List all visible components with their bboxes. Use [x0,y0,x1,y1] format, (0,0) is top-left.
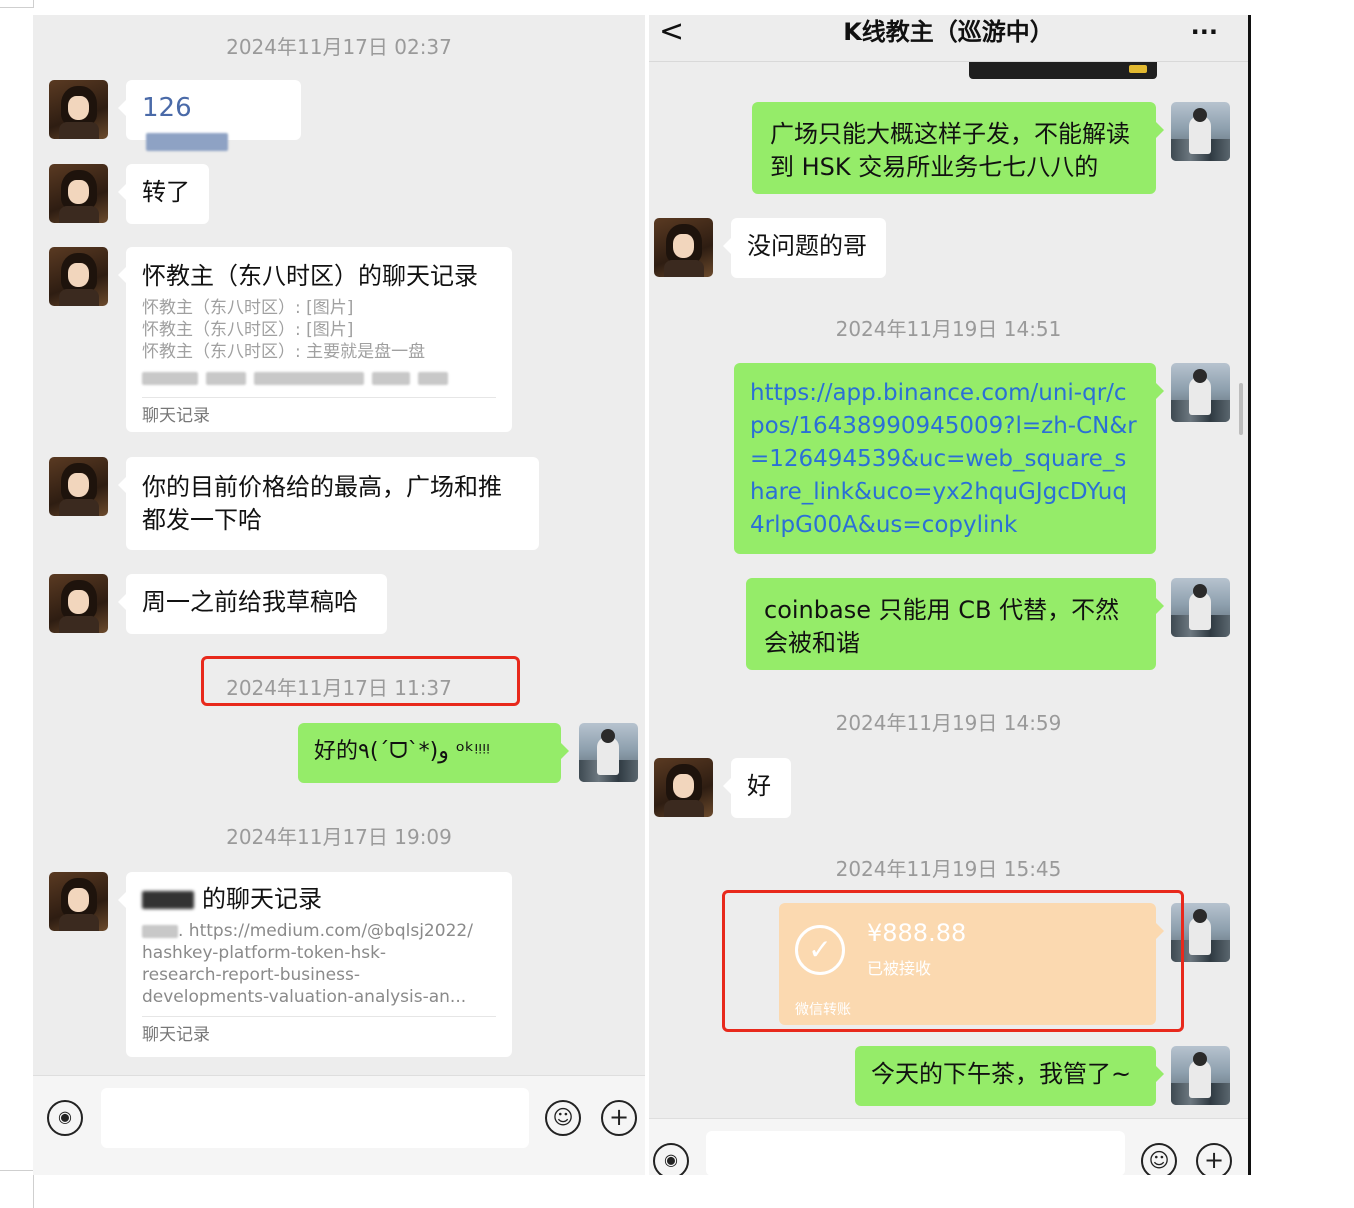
message-text: 你的目前价格给的最高，广场和推都发一下哈 [142,473,502,534]
avatar-self[interactable] [1171,102,1230,161]
message-text: 周一之前给我草稿哈 [142,588,358,616]
card-line: 怀教主（东八时区）: [图片] [142,298,354,318]
timestamp: 2024年11月17日 02:37 [226,35,452,59]
message-link[interactable]: https://app.binance.com/uni-qr/cpos/1643… [750,380,1137,538]
highlight-box [201,656,520,706]
image-strip [969,62,1157,79]
message-bubble-self[interactable]: https://app.binance.com/uni-qr/cpos/1643… [734,363,1164,554]
avatar-self[interactable] [579,723,638,782]
page-edge-left-top [33,0,34,8]
timestamp: 2024年11月19日 14:51 [835,317,1062,341]
input-bar: ◉ ☺ + [33,1075,645,1175]
avatar[interactable] [49,80,108,139]
message-text: 126 [142,93,192,123]
plus-icon[interactable]: + [601,1100,637,1136]
message-input[interactable] [706,1131,1125,1175]
message-bubble[interactable]: 你的目前价格给的最高，广场和推都发一下哈 [118,457,539,550]
avatar[interactable] [49,247,108,306]
chat-panel-left: 2024年11月17日 02:37 126 转了 怀教主（东八时区）的聊天记录 … [33,15,645,1175]
message-text: 转了 [142,178,190,206]
message-text: 今天的下午茶，我管了~ [871,1060,1132,1088]
card-line: 怀教主（东八时区）: [图片] [142,320,354,340]
page-edge-left-bottom [33,1170,34,1208]
message-bubble-self[interactable]: 好的٩(ˊᗜˋ*)و ᵒᵏᵎᵎᵎᵎ [298,723,569,783]
chat-history-card[interactable]: 怀教主（东八时区）的聊天记录 怀教主（东八时区）: [图片] 怀教主（东八时区）… [118,247,512,432]
redacted-text [146,133,228,151]
emoji-icon[interactable]: ☺ [545,1100,581,1136]
scrollbar-thumb[interactable] [1239,383,1243,435]
avatar[interactable] [49,164,108,223]
card-line: 怀教主（东八时区）: 主要就是盘一盘 [142,342,426,362]
timestamp: 2024年11月17日 19:09 [226,825,452,849]
message-bubble[interactable]: 周一之前给我草稿哈 [118,574,387,634]
chat-header: < K线教主（巡游中） ··· [649,15,1248,62]
message-bubble-self[interactable]: 今天的下午茶，我管了~ [855,1046,1164,1106]
message-bubble[interactable]: 好 [723,758,791,818]
avatar[interactable] [49,457,108,516]
message-text: coinbase 只能用 CB 代替，不然会被和谐 [764,596,1120,657]
card-title: 的聊天记录 [142,884,496,914]
message-text: 好的٩(ˊᗜˋ*)و ᵒᵏᵎᵎᵎᵎ [314,739,491,764]
page-edge-top [0,7,33,8]
message-text: 广场只能大概这样子发，不能解读到 HSK 交易所业务七七八八的 [770,120,1130,181]
message-bubble[interactable]: 转了 [118,164,209,224]
emoji-icon[interactable]: ☺ [1141,1143,1177,1175]
card-footer: 聊天记录 [142,397,496,426]
redacted-line [142,367,496,389]
chat-panel-right: < K线教主（巡游中） ··· 广场只能大概这样子发，不能解读到 HSK 交易所… [649,15,1248,1175]
avatar-self[interactable] [1171,363,1230,422]
card-preview: . https://medium.com/@bqlsj2022/ hashkey… [142,920,496,1008]
message-bubble[interactable]: 126 [118,80,301,151]
card-title-text: 的聊天记录 [202,885,322,913]
message-input[interactable] [101,1088,529,1148]
voice-icon[interactable]: ◉ [47,1100,83,1136]
panel-border [1248,15,1251,1175]
plus-icon[interactable]: + [1196,1143,1232,1175]
more-icon[interactable]: ··· [1191,15,1218,49]
card-line: developments-valuation-analysis-an... [142,987,467,1007]
card-line: . https://medium.com/@bqlsj2022/ [142,920,496,942]
card-line: hashkey-platform-token-hsk- [142,943,387,963]
chat-title: K线教主（巡游中） [843,18,1054,46]
highlight-box [722,890,1184,1032]
message-bubble[interactable]: 没问题的哥 [723,218,886,278]
timestamp: 2024年11月19日 14:59 [835,711,1062,735]
avatar[interactable] [654,758,713,817]
card-footer: 聊天记录 [142,1016,496,1045]
card-title: 怀教主（东八时区）的聊天记录 [142,262,478,290]
avatar[interactable] [49,872,108,931]
message-bubble-self[interactable]: 广场只能大概这样子发，不能解读到 HSK 交易所业务七七八八的 [752,102,1164,194]
page-edge-bottom [0,1170,33,1171]
message-text: 好 [747,772,771,800]
avatar-self[interactable] [1171,578,1230,637]
timestamp: 2024年11月19日 15:45 [835,857,1062,881]
card-line: research-report-business- [142,965,360,985]
avatar[interactable] [49,574,108,633]
avatar-self[interactable] [1171,1046,1230,1105]
message-bubble-self[interactable]: coinbase 只能用 CB 代替，不然会被和谐 [746,578,1164,670]
chat-history-card[interactable]: 的聊天记录 . https://medium.com/@bqlsj2022/ h… [118,872,512,1057]
avatar[interactable] [654,218,713,277]
message-text: 没问题的哥 [747,232,867,260]
voice-icon[interactable]: ◉ [653,1143,689,1175]
input-bar: ◉ ☺ + [649,1118,1248,1175]
card-preview: 怀教主（东八时区）: [图片] 怀教主（东八时区）: [图片] 怀教主（东八时区… [142,297,496,389]
